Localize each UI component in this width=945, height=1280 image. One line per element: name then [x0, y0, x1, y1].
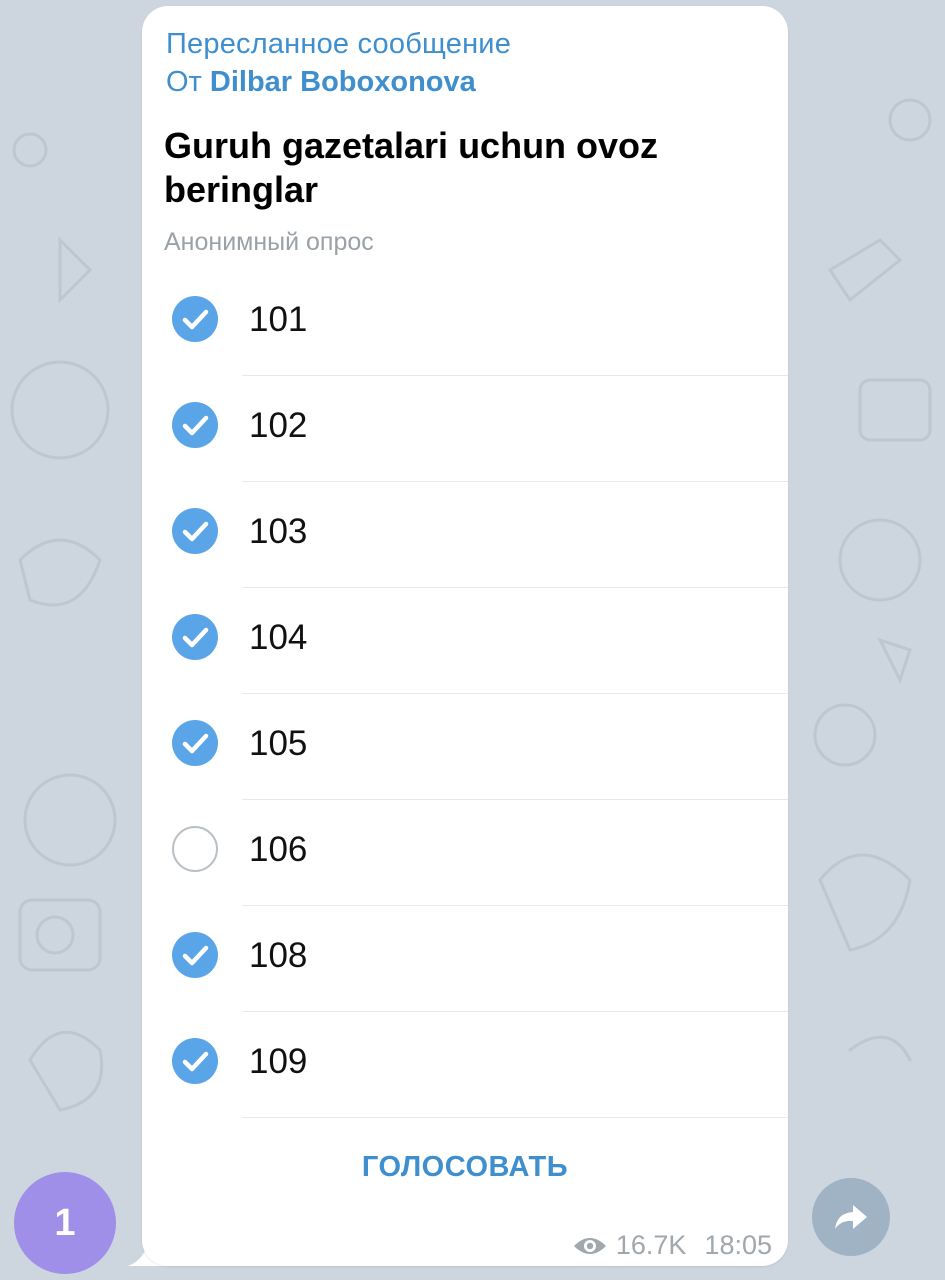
divider: [242, 1117, 788, 1118]
forwarded-from[interactable]: От Dilbar Boboxonova: [166, 66, 476, 99]
poll-option[interactable]: 105: [142, 694, 788, 800]
forwarded-header: Пересланное сообщение: [166, 28, 512, 60]
check-icon: [182, 627, 209, 648]
check-icon: [182, 945, 209, 966]
checkbox-checked[interactable]: [172, 932, 218, 978]
message-meta: 16.7K 18:05: [572, 1230, 772, 1261]
checkbox-checked[interactable]: [172, 508, 218, 554]
eye-icon: [573, 1237, 606, 1254]
checkbox-unchecked[interactable]: [172, 826, 218, 872]
poll-option[interactable]: 103: [142, 482, 788, 588]
check-icon: [182, 1051, 209, 1072]
forwarded-poll-message: Пересланное сообщение От Dilbar Boboxono…: [142, 6, 788, 1266]
check-icon: [182, 521, 209, 542]
poll-option-label: 104: [249, 618, 308, 657]
poll-type: Анонимный опрос: [164, 228, 374, 256]
poll-option-label: 103: [249, 512, 308, 551]
forwarded-from-name[interactable]: Dilbar Boboxonova: [210, 66, 476, 98]
checkbox-checked[interactable]: [172, 614, 218, 660]
share-icon: [835, 1205, 867, 1229]
poll-option-label: 109: [249, 1042, 308, 1081]
poll-option[interactable]: 101: [142, 270, 788, 376]
checkbox-checked[interactable]: [172, 402, 218, 448]
check-icon: [182, 309, 209, 330]
checkbox-checked[interactable]: [172, 1038, 218, 1084]
poll-option[interactable]: 108: [142, 906, 788, 1012]
poll-option-label: 101: [249, 300, 308, 339]
vote-button[interactable]: ГОЛОСОВАТЬ: [142, 1151, 788, 1184]
check-icon: [182, 415, 209, 436]
message-time: 18:05: [704, 1230, 772, 1260]
poll-option[interactable]: 104: [142, 588, 788, 694]
poll-option[interactable]: 102: [142, 376, 788, 482]
unread-count: 1: [54, 1201, 76, 1244]
poll-option[interactable]: 109: [142, 1012, 788, 1118]
forwarded-from-prefix: От: [166, 66, 202, 98]
checkbox-checked[interactable]: [172, 720, 218, 766]
poll-question: Guruh gazetalari uchun ovoz beringlar: [164, 125, 659, 210]
share-button[interactable]: [812, 1178, 890, 1256]
poll-option-label: 105: [249, 724, 308, 763]
check-icon: [182, 733, 209, 754]
unread-count-badge[interactable]: 1: [14, 1172, 116, 1274]
checkbox-checked[interactable]: [172, 296, 218, 342]
poll-option-label: 108: [249, 936, 308, 975]
poll-option-label: 102: [249, 406, 308, 445]
poll-option[interactable]: 106: [142, 800, 788, 906]
view-count: 16.7K: [615, 1230, 687, 1260]
poll-option-label: 106: [249, 830, 308, 869]
